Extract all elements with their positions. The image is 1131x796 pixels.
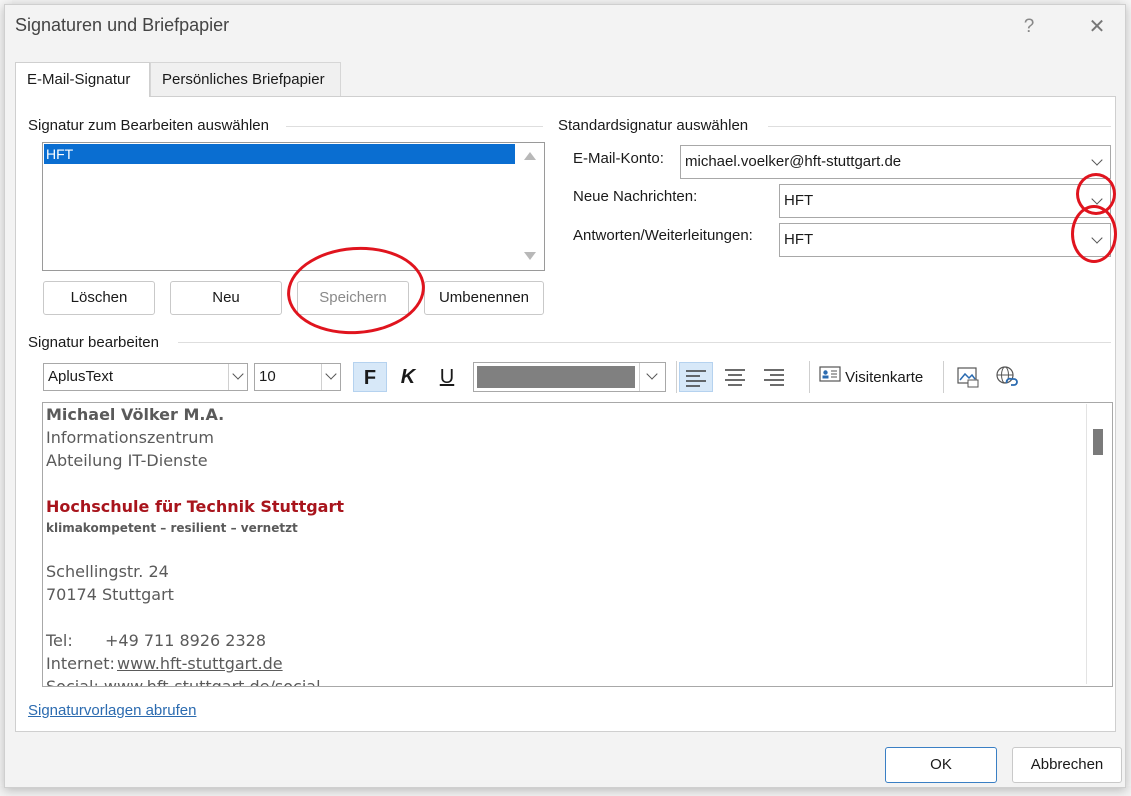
font-size-select[interactable]: 10 — [254, 363, 341, 391]
annotation-circle-replies — [1071, 205, 1117, 263]
default-signature-label: Standardsignatur auswählen — [558, 117, 749, 134]
list-item[interactable]: HFT — [44, 144, 515, 164]
scroll-down-icon[interactable] — [524, 252, 536, 260]
editor-scrollbar[interactable] — [1086, 404, 1111, 684]
title-bar: Signaturen und Briefpapier ? ✕ — [5, 5, 1125, 49]
business-card-icon — [819, 363, 841, 393]
rename-button[interactable]: Umbenennen — [424, 281, 544, 315]
signature-list[interactable]: HFT — [42, 142, 545, 271]
email-account-value: michael.voelker@hft-stuttgart.de — [685, 153, 902, 170]
signature-street: Schellingstr. 24 — [46, 562, 169, 581]
scroll-up-icon[interactable] — [524, 152, 536, 160]
signature-dept1: Informationszentrum — [46, 428, 214, 447]
signature-internet-link[interactable]: www.hft-stuttgart.de — [117, 654, 283, 673]
list-scrollbar[interactable] — [518, 144, 542, 268]
ok-button[interactable]: OK — [885, 747, 997, 783]
signature-editor[interactable]: Michael Völker M.A. Informationszentrum … — [42, 402, 1113, 687]
question-icon[interactable]: ? — [1015, 13, 1043, 41]
email-account-select[interactable]: michael.voelker@hft-stuttgart.de — [680, 145, 1111, 179]
close-icon[interactable]: ✕ — [1083, 13, 1111, 41]
chevron-down-icon[interactable] — [639, 363, 666, 391]
delete-button[interactable]: Löschen — [43, 281, 155, 315]
toolbar-separator — [943, 361, 944, 393]
signature-templates-link[interactable]: Signaturvorlagen abrufen — [28, 702, 196, 719]
new-messages-value: HFT — [784, 192, 814, 209]
align-right-icon[interactable] — [757, 362, 791, 392]
font-select[interactable]: AplusText — [43, 363, 248, 391]
scroll-thumb[interactable] — [1093, 429, 1103, 455]
business-card-label: Visitenkarte — [845, 369, 924, 386]
replies-select[interactable]: HFT — [779, 223, 1111, 257]
signature-tel-label: Tel: — [46, 631, 73, 650]
signature-cut-line: Social: www.hft-stuttgart.de/social — [46, 677, 321, 687]
underline-button[interactable]: U — [430, 362, 464, 392]
chevron-down-icon[interactable] — [321, 364, 342, 390]
group-separator — [178, 342, 1111, 343]
signatures-dialog: Signaturen und Briefpapier ? ✕ E-Mail-Si… — [4, 4, 1126, 788]
edit-signature-label: Signatur bearbeiten — [28, 334, 159, 351]
new-messages-select[interactable]: HFT — [779, 184, 1111, 218]
align-left-icon[interactable] — [679, 362, 713, 392]
insert-picture-icon[interactable] — [951, 362, 985, 392]
italic-button[interactable]: K — [391, 362, 425, 392]
font-value: AplusText — [48, 368, 114, 385]
chevron-down-icon[interactable] — [1085, 150, 1109, 174]
group-separator — [768, 126, 1111, 127]
select-signature-label: Signatur zum Bearbeiten auswählen — [28, 117, 269, 134]
signature-org: Hochschule für Technik Stuttgart — [46, 497, 345, 516]
signature-city: 70174 Stuttgart — [46, 585, 174, 604]
new-button[interactable]: Neu — [170, 281, 282, 315]
signature-dept2: Abteilung IT-Dienste — [46, 451, 208, 470]
signature-tagline: klimakompetent – resilient – vernetzt — [46, 521, 298, 535]
hyperlink-icon[interactable] — [990, 362, 1024, 392]
toolbar-separator — [809, 361, 810, 393]
toolbar-separator — [676, 361, 677, 393]
font-size-value: 10 — [259, 368, 276, 385]
tab-personal-stationery[interactable]: Persönliches Briefpapier — [150, 62, 341, 96]
replies-value: HFT — [784, 231, 814, 248]
font-color-select[interactable] — [473, 362, 666, 392]
cancel-button[interactable]: Abbrechen — [1012, 747, 1122, 783]
business-card-button[interactable]: Visitenkarte — [819, 363, 923, 393]
email-account-label: E-Mail-Konto: — [573, 150, 664, 167]
tab-label: Persönliches Briefpapier — [162, 71, 325, 88]
bold-button[interactable]: F — [353, 362, 387, 392]
dialog-title: Signaturen und Briefpapier — [15, 15, 230, 35]
group-separator — [286, 126, 543, 127]
chevron-down-icon[interactable] — [228, 364, 249, 390]
signature-internet-label: Internet: — [46, 654, 115, 673]
new-messages-label: Neue Nachrichten: — [573, 188, 698, 205]
align-center-icon[interactable] — [718, 362, 752, 392]
signature-name: Michael Völker M.A. — [46, 405, 225, 424]
font-color-swatch — [477, 366, 635, 388]
tab-label: E-Mail-Signatur — [27, 71, 131, 88]
tab-email-signature[interactable]: E-Mail-Signatur — [15, 62, 150, 97]
signature-tel-value: +49 711 8926 2328 — [105, 631, 266, 650]
replies-label: Antworten/Weiterleitungen: — [573, 227, 753, 244]
tab-panel: Signatur zum Bearbeiten auswählen HFT Lö… — [15, 96, 1117, 732]
